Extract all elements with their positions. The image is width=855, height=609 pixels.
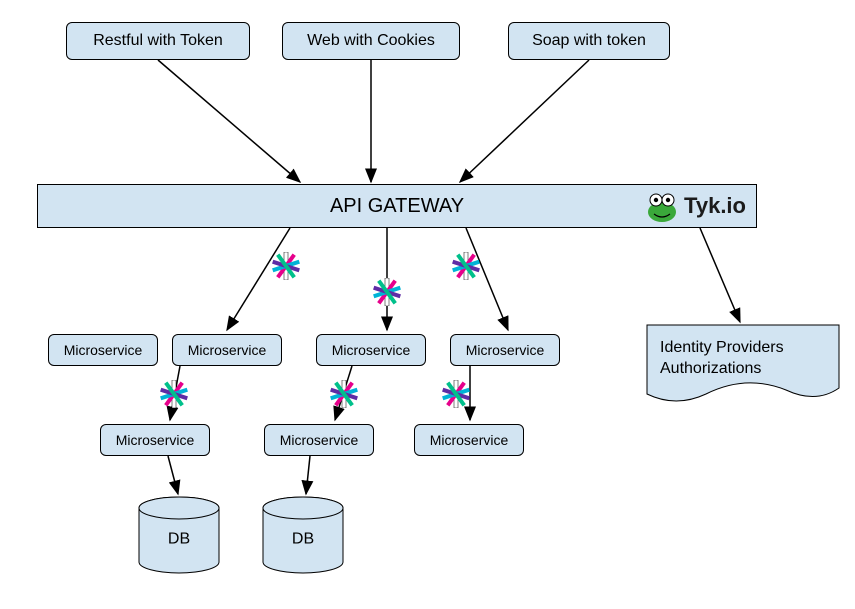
microservice-label: Microservice (116, 432, 195, 448)
client-label: Web with Cookies (307, 32, 435, 50)
jwt-icon (160, 380, 188, 408)
identity-line1: Identity Providers (660, 338, 784, 359)
microservice-label: Microservice (466, 342, 545, 358)
microservice-4: Microservice (450, 334, 560, 366)
api-gateway-label: API GATEWAY (330, 195, 464, 218)
identity-providers-box: Identity Providers Authorizations (646, 324, 840, 408)
tyk-logo-icon (644, 190, 678, 222)
database-2: DB (258, 496, 348, 576)
jwt-icon (330, 380, 358, 408)
db-label: DB (168, 531, 190, 549)
database-1: DB (134, 496, 224, 576)
microservice-2: Microservice (172, 334, 282, 366)
microservice-label: Microservice (332, 342, 411, 358)
client-soap-token: Soap with token (508, 22, 670, 60)
identity-line2: Authorizations (660, 359, 784, 380)
microservice-label: Microservice (280, 432, 359, 448)
microservice-6: Microservice (264, 424, 374, 456)
microservice-label: Microservice (64, 342, 143, 358)
jwt-icon (272, 252, 300, 280)
tyk-logo-text: Tyk.io (684, 193, 746, 219)
jwt-icon (452, 252, 480, 280)
client-restful-token: Restful with Token (66, 22, 250, 60)
tyk-logo: Tyk.io (644, 190, 746, 222)
microservice-5: Microservice (100, 424, 210, 456)
jwt-icon (442, 380, 470, 408)
client-web-cookies: Web with Cookies (282, 22, 460, 60)
microservice-7: Microservice (414, 424, 524, 456)
microservice-label: Microservice (430, 432, 509, 448)
client-label: Restful with Token (93, 32, 223, 50)
api-gateway: API GATEWAY Tyk.io (37, 184, 757, 228)
client-label: Soap with token (532, 32, 646, 50)
jwt-icon (373, 278, 401, 306)
microservice-label: Microservice (188, 342, 267, 358)
microservice-1: Microservice (48, 334, 158, 366)
microservice-3: Microservice (316, 334, 426, 366)
db-label: DB (292, 531, 314, 549)
